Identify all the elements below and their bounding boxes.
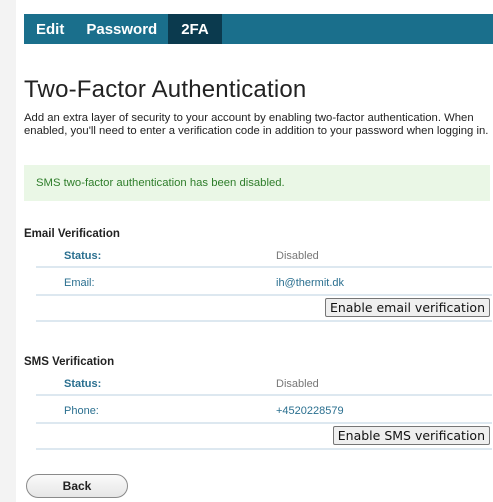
email-status-value: Disabled [276, 250, 319, 262]
tab-password[interactable]: Password [75, 14, 168, 44]
alert-message: SMS two-factor authentication has been d… [36, 177, 285, 189]
email-status-label: Status: [64, 250, 102, 262]
sms-status-label: Status: [64, 378, 102, 390]
email-verification-table: Status: Disabled Email: ih@thermit.dk En… [36, 244, 492, 322]
page-description: Add an extra layer of security to your a… [24, 112, 489, 137]
success-alert: SMS two-factor authentication has been d… [24, 165, 490, 201]
sms-phone-label: Phone: [64, 405, 99, 417]
tab-2fa[interactable]: 2FA [168, 14, 222, 44]
sms-phone-value: +4520228579 [276, 405, 344, 417]
sms-section-title: SMS Verification [24, 356, 115, 368]
page-title: Two-Factor Authentication [24, 76, 307, 103]
email-section-title: Email Verification [24, 228, 120, 240]
sms-phone-row: Phone: +4520228579 [36, 396, 492, 424]
email-action-row: Enable email verification [36, 296, 492, 322]
sms-verification-table: Status: Disabled Phone: +4520228579 Enab… [36, 372, 492, 450]
back-button-label: Back [62, 479, 92, 493]
page: Edit Password 2FA Two-Factor Authenticat… [16, 0, 493, 502]
email-address-label: Email: [64, 277, 95, 289]
email-address-value: ih@thermit.dk [276, 277, 345, 289]
tab-bar: Edit Password 2FA [24, 14, 493, 44]
sms-action-row: Enable SMS verification [36, 424, 492, 450]
email-status-row: Status: Disabled [36, 244, 492, 268]
email-address-row: Email: ih@thermit.dk [36, 268, 492, 296]
back-button[interactable]: Back [26, 474, 128, 498]
sms-status-value: Disabled [276, 378, 319, 390]
enable-sms-verification-button[interactable]: Enable SMS verification [332, 426, 490, 445]
tab-edit[interactable]: Edit [24, 14, 75, 44]
sms-status-row: Status: Disabled [36, 372, 492, 396]
enable-email-verification-button[interactable]: Enable email verification [324, 298, 490, 317]
